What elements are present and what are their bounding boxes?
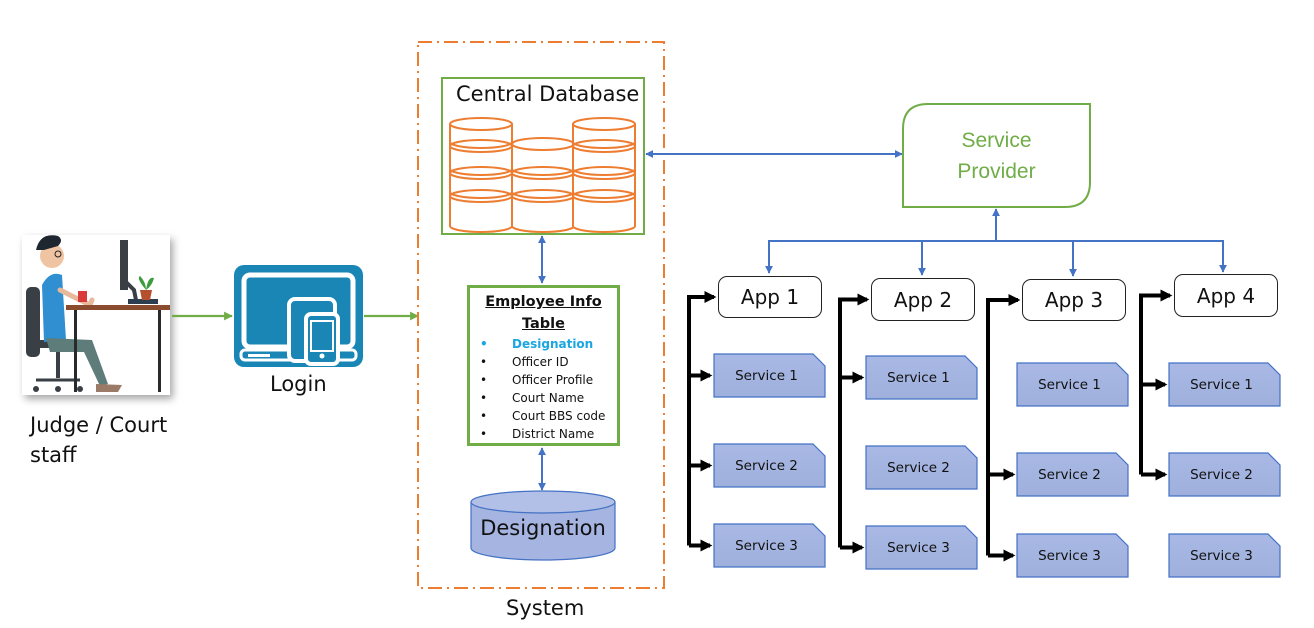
app-box[interactable]: App 2	[871, 278, 975, 321]
employee-field: Officer Profile	[480, 371, 617, 389]
database-stack	[572, 117, 636, 233]
service-card[interactable]	[1168, 533, 1281, 578]
provider-to-apps-connectors	[765, 208, 1227, 277]
service-card[interactable]	[1168, 362, 1281, 407]
service-card[interactable]	[713, 353, 826, 398]
central-database-title: Central Database	[456, 82, 640, 106]
service-card[interactable]	[713, 443, 826, 488]
app-column	[838, 293, 978, 570]
service-card[interactable]	[1168, 452, 1281, 497]
service-card[interactable]	[1016, 533, 1129, 578]
actor-label: Judge / Court staff	[30, 410, 167, 470]
desk	[66, 305, 170, 310]
actor-label-line1: Judge / Court	[30, 413, 168, 437]
database-stack	[449, 117, 513, 233]
person-shirt	[42, 273, 66, 342]
service-card[interactable]	[865, 445, 978, 490]
mug	[78, 291, 87, 302]
multi-device-icon	[234, 265, 363, 367]
employee-info-table: Employee Info Table DesignationOfficer I…	[467, 285, 620, 446]
employee-table-title: Employee Info Table	[485, 294, 602, 332]
service-card[interactable]	[713, 523, 826, 568]
login-label: Login	[270, 372, 327, 396]
app-box[interactable]: App 1	[718, 276, 822, 318]
app-connector-bus	[986, 294, 1021, 556]
app-column	[986, 294, 1129, 578]
employee-field: District Name	[480, 425, 617, 443]
app-connector-bus	[838, 293, 870, 548]
actor-label-line2: staff	[30, 443, 77, 467]
app-box[interactable]: App 3	[1022, 279, 1126, 321]
app-box[interactable]: App 4	[1174, 274, 1278, 317]
actor-illustration	[22, 235, 170, 395]
employee-field: Designation	[480, 335, 617, 353]
service-provider-label: Service Provider	[957, 129, 1036, 183]
designation-db-label: Designation	[480, 516, 606, 540]
system-label: System	[506, 596, 585, 620]
database-stack	[511, 137, 575, 233]
employee-table-fields: DesignationOfficer IDOfficer ProfileCour…	[470, 335, 617, 443]
service-card[interactable]	[865, 525, 978, 570]
service-card[interactable]	[1016, 362, 1129, 407]
service-card[interactable]	[1016, 452, 1129, 497]
employee-field: Officer ID	[480, 353, 617, 371]
app-column	[687, 291, 826, 568]
app-column	[1139, 289, 1281, 578]
employee-field: Court BBS code	[480, 407, 617, 425]
employee-field: Court Name	[480, 389, 617, 407]
service-card[interactable]	[865, 355, 978, 400]
app-connector-bus	[687, 291, 717, 546]
